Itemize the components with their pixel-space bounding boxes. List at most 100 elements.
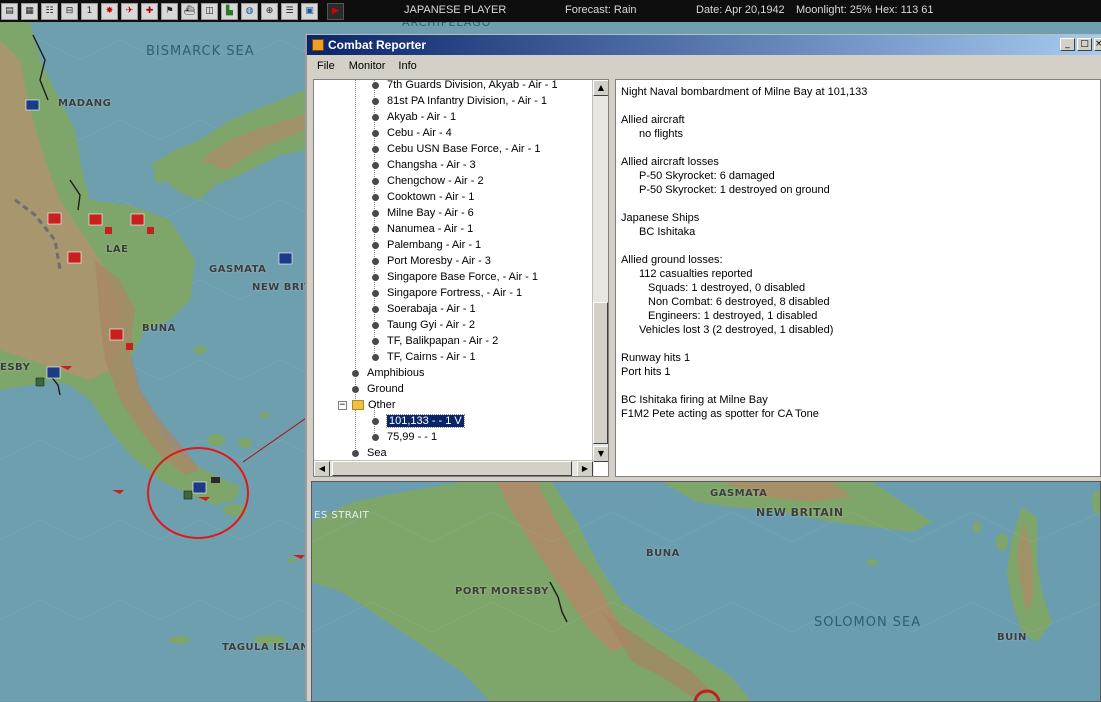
tree-item[interactable]: Nanumea - Air - 1 [372, 221, 473, 237]
scroll-thumb-horizontal[interactable] [332, 461, 572, 476]
tree-item[interactable]: Singapore Base Force, - Air - 1 [372, 269, 538, 285]
flag-icon[interactable]: ⚑ [161, 2, 178, 20]
tree-item[interactable]: Cebu - Air - 4 [372, 125, 452, 141]
node-bullet-icon [372, 305, 379, 313]
tree-item-label: Palembang - Air - 1 [387, 239, 482, 251]
ship-icon[interactable]: ⛴ [181, 2, 198, 20]
chart-icon[interactable]: ◫ [201, 2, 218, 20]
tree-item-label: Nanumea - Air - 1 [387, 223, 474, 235]
tree-item-label: Other [368, 399, 396, 411]
tree-item-label: 7th Guards Division, Akyab - Air - 1 [387, 79, 558, 91]
date-label: Date: Apr 20,1942 [696, 4, 785, 16]
moresby-label-partial: ESBY [0, 362, 31, 373]
combat-report-icon[interactable]: ☷ [41, 2, 58, 20]
scroll-left-button[interactable]: ◀ [314, 461, 330, 476]
tree-category[interactable]: Sea [352, 445, 387, 461]
report-icon[interactable]: ▦ [21, 2, 38, 20]
tree-item[interactable]: Milne Bay - Air - 6 [372, 205, 474, 221]
zoom-new-britain-label: NEW BRITAIN [756, 506, 844, 519]
buna-label: BUNA [142, 323, 176, 334]
japanese-flag-icon[interactable]: ✸ [101, 2, 118, 20]
tree-item-label: Singapore Base Force, - Air - 1 [387, 271, 539, 283]
scroll-right-button[interactable]: ▶ [577, 461, 593, 476]
tree-item-label: Cebu USN Base Force, - Air - 1 [387, 143, 541, 155]
tree-item[interactable]: Palembang - Air - 1 [372, 237, 481, 253]
tree-item-label: Sea [367, 447, 387, 459]
report-line: Engineers: 1 destroyed, 1 disabled [648, 310, 818, 322]
tree-item[interactable]: Soerabaja - Air - 1 [372, 301, 476, 317]
aircraft-icon[interactable]: ✈ [121, 2, 138, 20]
report-line: BC Ishitaka [639, 226, 696, 238]
node-bullet-icon [372, 145, 379, 153]
node-bullet-icon [372, 161, 379, 169]
window-title-bar[interactable]: Combat Reporter _ □ × [307, 35, 1101, 55]
report-line: F1M2 Pete acting as spotter for CA Tone [621, 408, 819, 420]
map-icon[interactable]: ▙ [221, 2, 238, 20]
close-button[interactable]: × [1094, 38, 1101, 51]
tree-item[interactable]: Changsha - Air - 3 [372, 157, 476, 173]
tree-category[interactable]: Ground [352, 381, 404, 397]
tree-item-label: 81st PA Infantry Division, - Air - 1 [387, 95, 547, 107]
tree-item[interactable]: Chengchow - Air - 2 [372, 173, 484, 189]
tree-item[interactable]: 101,133 - - 1 V [372, 413, 465, 429]
tree-item-label: Milne Bay - Air - 6 [387, 207, 474, 219]
combat-tree[interactable]: 7th Guards Division, Akyab - Air - 1 81st… [313, 79, 609, 477]
report-line: Japanese Ships [621, 212, 700, 224]
zoomed-map-graphic [312, 482, 1100, 701]
end-turn-icon[interactable]: ▶ [327, 2, 344, 20]
tree-item[interactable]: 81st PA Infantry Division, - Air - 1 [372, 93, 547, 109]
minimize-button[interactable]: _ [1060, 38, 1075, 51]
screen-icon[interactable]: ▣ [301, 2, 318, 20]
menu-info[interactable]: Info [398, 60, 416, 72]
player-label: JAPANESE PLAYER [404, 4, 507, 16]
tree-item-label: Taung Gyi - Air - 2 [387, 319, 476, 331]
tree-item[interactable]: 7th Guards Division, Akyab - Air - 1 [372, 79, 558, 93]
report-line: Night Naval bombardment of Milne Bay at … [621, 86, 868, 98]
tagula-island-label: TAGULA ISLAND [222, 642, 318, 653]
scroll-down-button[interactable]: ▼ [593, 446, 608, 462]
zoom-solomon-sea-label: SOLOMON SEA [814, 615, 922, 630]
report-line: Port hits 1 [621, 366, 671, 378]
globe-icon[interactable]: ◍ [241, 2, 258, 20]
tree-item[interactable]: Singapore Fortress, - Air - 1 [372, 285, 522, 301]
tree-item[interactable]: 75,99 - - 1 [372, 429, 437, 445]
combat-report-text: Night Naval bombardment of Milne Bay at … [615, 79, 1101, 477]
node-bullet-icon [372, 321, 379, 329]
node-bullet-icon [352, 369, 359, 377]
intel-icon[interactable]: ⊟ [61, 2, 78, 20]
node-bullet-icon [372, 81, 379, 89]
list-icon[interactable]: ☰ [281, 2, 298, 20]
bomber-icon[interactable]: ✚ [141, 2, 158, 20]
tree-item[interactable]: TF, Balikpapan - Air - 2 [372, 333, 498, 349]
tree-item[interactable]: Taung Gyi - Air - 2 [372, 317, 475, 333]
menu-monitor[interactable]: Monitor [349, 60, 386, 72]
tree-item[interactable]: Cooktown - Air - 1 [372, 189, 474, 205]
node-bullet-icon [372, 177, 379, 185]
tree-item-label: TF, Cairns - Air - 1 [387, 351, 476, 363]
menu-file[interactable]: File [317, 60, 335, 72]
report-line: no flights [639, 128, 684, 140]
tree-category[interactable]: − Other [338, 397, 396, 413]
zoomed-map[interactable]: ES STRAIT GASMATA NEW BRITAIN BUNA PORT … [311, 481, 1101, 702]
save-icon[interactable]: ▤ [1, 2, 18, 20]
zoom-buna-label: BUNA [646, 548, 680, 559]
tree-item[interactable]: Cebu USN Base Force, - Air - 1 [372, 141, 540, 157]
tree-item[interactable]: Port Moresby - Air - 3 [372, 253, 491, 269]
report-line: P-50 Skyrocket: 1 destroyed on ground [639, 184, 830, 196]
tree-item[interactable]: TF, Cairns - Air - 1 [372, 349, 476, 365]
zoom-gasmata-label: GASMATA [710, 488, 768, 499]
node-bullet-icon [372, 241, 379, 249]
info-icon[interactable]: 1 [81, 2, 98, 20]
report-line: P-50 Skyrocket: 6 damaged [639, 170, 775, 182]
maximize-button[interactable]: □ [1077, 38, 1092, 51]
tree-category[interactable]: Amphibious [352, 365, 424, 381]
forecast-label: Forecast: Rain [565, 4, 637, 16]
tree-horizontal-scrollbar[interactable]: ◀ ▶ [314, 460, 594, 476]
ob-icon[interactable]: ⊕ [261, 2, 278, 20]
collapse-toggle[interactable]: − [338, 400, 347, 410]
tree-vertical-scrollbar[interactable]: ▲ ▼ [592, 80, 608, 462]
tree-item[interactable]: Akyab - Air - 1 [372, 109, 456, 125]
scroll-thumb[interactable] [593, 302, 608, 444]
combat-reporter-window: Combat Reporter _ □ × File Monitor Info … [305, 34, 1101, 702]
scroll-up-button[interactable]: ▲ [593, 80, 608, 96]
